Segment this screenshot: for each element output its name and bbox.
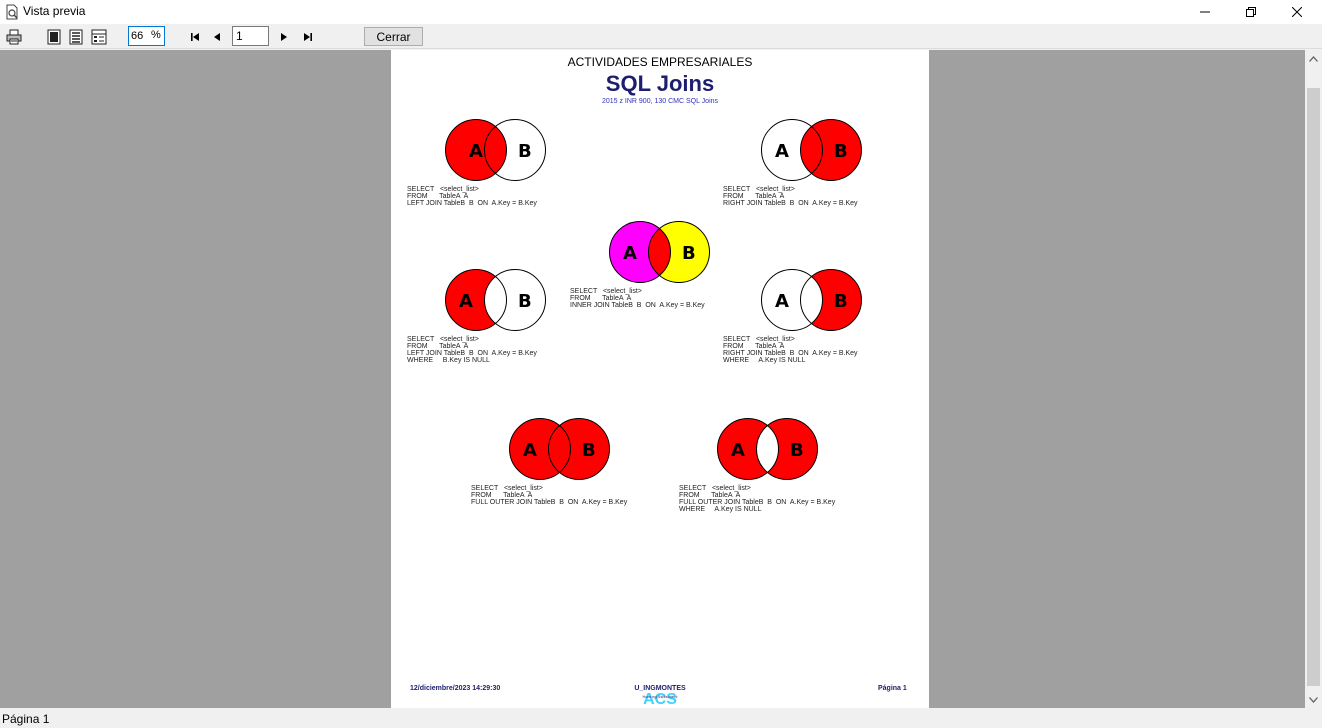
next-page-icon [281, 33, 287, 41]
venn-full-outer: A B [509, 418, 610, 480]
footer-small-text: Hom ng Ssbis ment [642, 694, 678, 699]
venn-full-exclusive: A B [717, 418, 818, 480]
previous-page-button[interactable] [208, 28, 226, 46]
multi-page-button[interactable] [90, 28, 108, 46]
scroll-thumb[interactable] [1307, 88, 1320, 686]
restore-icon [1246, 7, 1256, 17]
restore-button[interactable] [1228, 0, 1274, 24]
single-page-button[interactable] [45, 28, 63, 46]
venn-right-join: A B [761, 119, 862, 181]
scroll-down-button[interactable] [1305, 691, 1322, 708]
set-b-label: B [834, 141, 848, 162]
set-b-label: B [582, 440, 596, 461]
next-page-button[interactable] [275, 28, 293, 46]
report-header: ACTIVIDADES EMPRESARIALES [567, 55, 753, 69]
sql-full-exclusive: SELECT <select_list> FROM TableA A FULL … [679, 485, 836, 513]
set-b-label: B [518, 291, 532, 312]
page-width-icon [69, 29, 83, 45]
print-preview-icon [6, 4, 18, 20]
page-number-input[interactable] [232, 26, 269, 46]
preview-viewport: ACTIVIDADES EMPRESARIALES SQL Joins 2015… [0, 50, 1305, 708]
last-page-button[interactable] [299, 28, 317, 46]
zoom-field[interactable]: % [128, 26, 165, 46]
toolbar: % Cerrar [0, 24, 1322, 49]
chevron-up-icon [1309, 55, 1318, 62]
venn-left-join: A B [445, 119, 546, 181]
set-a-label: A [731, 440, 745, 461]
sql-full-outer: SELECT <select_list> FROM TableA A FULL … [471, 485, 628, 506]
report-title: SQL Joins [605, 71, 715, 96]
printer-icon [6, 29, 22, 45]
sql-left-join: SELECT <select_list> FROM TableA A LEFT … [407, 186, 537, 207]
first-page-button[interactable] [186, 28, 204, 46]
print-button[interactable] [5, 28, 23, 46]
chevron-down-icon [1309, 696, 1318, 703]
footer-page-number: Página 1 [878, 685, 907, 692]
single-page-icon [47, 29, 61, 45]
venn-right-exclusive: A B [761, 269, 862, 331]
set-b-label: B [834, 291, 848, 312]
last-page-icon [304, 33, 312, 41]
set-a-label: A [523, 440, 537, 461]
set-a-label: A [459, 291, 473, 312]
zoom-input[interactable] [131, 29, 151, 43]
set-b-label: B [790, 440, 804, 461]
previous-page-icon [214, 33, 220, 41]
minimize-button[interactable] [1182, 0, 1228, 24]
sql-left-exclusive: SELECT <select_list> FROM TableA A LEFT … [407, 336, 537, 364]
status-bar: Página 1 [0, 708, 1322, 728]
report-page: ACTIVIDADES EMPRESARIALES SQL Joins 2015… [391, 50, 929, 708]
minimize-icon [1200, 11, 1210, 13]
scroll-up-button[interactable] [1305, 50, 1322, 67]
venn-left-exclusive: A B [445, 269, 546, 331]
sql-right-exclusive: SELECT <select_list> FROM TableA A RIGHT… [723, 336, 858, 364]
report-subtitle: 2015 z INR 900, 130 CMC SQL Joins [601, 98, 719, 105]
venn-inner-join: A B [609, 221, 710, 283]
sql-inner-join: SELECT <select_list> FROM TableA A INNER… [570, 288, 705, 309]
set-b-label: B [518, 141, 532, 162]
close-preview-button[interactable]: Cerrar [364, 27, 423, 46]
multi-page-icon [91, 29, 107, 45]
set-b-label: B [682, 243, 696, 264]
page-width-button[interactable] [67, 28, 85, 46]
close-window-button[interactable] [1274, 0, 1320, 24]
footer-user: U_INGMONTES [634, 685, 686, 692]
status-page-label: Página 1 [2, 712, 50, 726]
first-page-icon [191, 33, 199, 41]
set-a-label: A [775, 141, 789, 162]
set-a-label: A [775, 291, 789, 312]
sql-right-join: SELECT <select_list> FROM TableA A RIGHT… [723, 186, 858, 207]
vertical-scrollbar[interactable] [1305, 50, 1322, 708]
set-a-label: A [623, 243, 637, 264]
title-bar: Vista previa [0, 0, 1322, 24]
window-title: Vista previa [23, 4, 86, 18]
zoom-percent-label: % [151, 29, 161, 41]
close-icon [1292, 7, 1302, 17]
set-a-label: A [469, 141, 483, 162]
